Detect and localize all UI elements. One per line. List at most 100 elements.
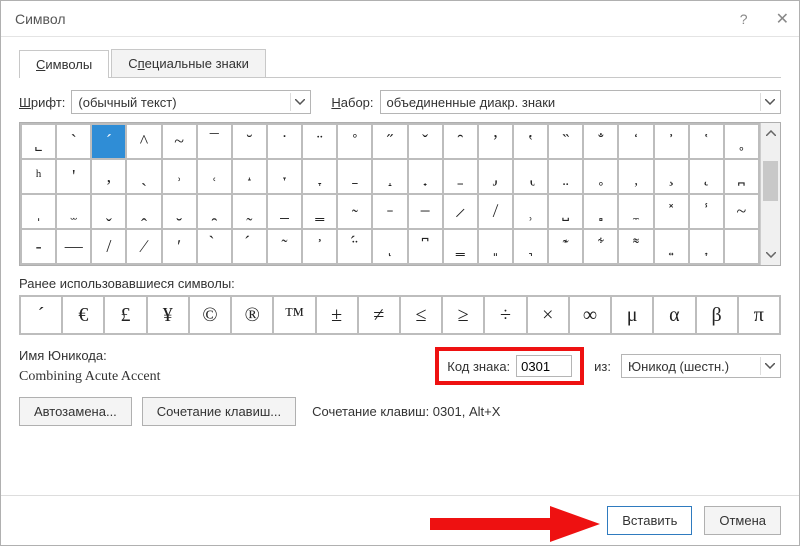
cancel-button[interactable]: Отмена bbox=[704, 506, 781, 535]
symbol-cell[interactable]: ̥ bbox=[583, 159, 618, 194]
symbol-cell[interactable]: ˚ bbox=[337, 124, 372, 159]
symbol-cell[interactable]: ͂ bbox=[267, 229, 302, 264]
symbol-cell[interactable]: ʰ bbox=[21, 159, 56, 194]
symbol-cell[interactable]: ~ bbox=[724, 194, 759, 229]
symbol-cell[interactable]: ̶ bbox=[408, 194, 443, 229]
symbol-cell[interactable]: ͏ bbox=[724, 229, 759, 264]
symbol-cell[interactable]: ̼ bbox=[618, 194, 653, 229]
code-input[interactable] bbox=[516, 355, 572, 377]
symbol-cell[interactable]: ˒ bbox=[162, 159, 197, 194]
symbol-cell[interactable]: ̱ bbox=[337, 159, 372, 194]
scroll-up-icon[interactable] bbox=[761, 123, 780, 143]
recent-cell[interactable]: £ bbox=[104, 296, 146, 334]
symbol-cell[interactable]: ʽ bbox=[513, 124, 548, 159]
symbol-cell[interactable]: ̤ bbox=[548, 159, 583, 194]
recent-cell[interactable]: ± bbox=[316, 296, 358, 334]
symbol-cell[interactable]: ͅ bbox=[372, 229, 407, 264]
symbol-cell[interactable]: ̡ bbox=[478, 159, 513, 194]
symbol-cell[interactable]: ͌ bbox=[618, 229, 653, 264]
recent-cell[interactable]: ≠ bbox=[358, 296, 400, 334]
tab-special[interactable]: Специальные знаки bbox=[111, 49, 266, 77]
symbol-cell[interactable]: ˳ bbox=[724, 124, 759, 159]
symbol-cell[interactable]: ̫ bbox=[56, 194, 91, 229]
symbol-cell[interactable]: ` bbox=[56, 124, 91, 159]
recent-cell[interactable]: π bbox=[738, 296, 780, 334]
symbol-cell[interactable]: ̳ bbox=[302, 194, 337, 229]
symbol-cell[interactable]: ̑ bbox=[443, 124, 478, 159]
symbol-cell[interactable]: , bbox=[91, 159, 126, 194]
symbol-cell[interactable]: ͆ bbox=[408, 229, 443, 264]
from-combo[interactable]: Юникод (шестн.) bbox=[621, 354, 781, 378]
set-combo[interactable]: объединенные диакр. знаки bbox=[380, 90, 781, 114]
symbol-cell[interactable]: ̾ bbox=[689, 194, 724, 229]
symbol-cell[interactable]: ̷ bbox=[443, 194, 478, 229]
symbol-cell[interactable]: ̧ bbox=[654, 159, 689, 194]
symbol-cell[interactable]: ^ bbox=[126, 124, 161, 159]
symbol-cell[interactable]: ̝ bbox=[372, 159, 407, 194]
symbol-cell[interactable]: ˕ bbox=[267, 159, 302, 194]
scroll-thumb[interactable] bbox=[763, 161, 778, 201]
symbol-cell[interactable]: ̮ bbox=[162, 194, 197, 229]
symbol-cell[interactable]: ̐ bbox=[583, 124, 618, 159]
autocorrect-button[interactable]: Автозамена... bbox=[19, 397, 132, 426]
symbol-cell[interactable]: ¨ bbox=[302, 124, 337, 159]
symbol-cell[interactable]: ̸ bbox=[478, 194, 513, 229]
symbol-cell[interactable]: ˔ bbox=[232, 159, 267, 194]
recent-cell[interactable]: ≤ bbox=[400, 296, 442, 334]
symbol-cell[interactable]: ̪ bbox=[724, 159, 759, 194]
symbol-cell[interactable]: — bbox=[56, 229, 91, 264]
symbol-cell[interactable]: ̨ bbox=[689, 159, 724, 194]
recent-cell[interactable]: € bbox=[62, 296, 104, 334]
symbol-cell[interactable]: ˙ bbox=[267, 124, 302, 159]
symbol-cell[interactable]: / bbox=[91, 229, 126, 264]
symbol-cell[interactable]: ̓ bbox=[654, 124, 689, 159]
symbol-cell[interactable]: ´ bbox=[91, 124, 126, 159]
symbol-cell[interactable]: ̽ bbox=[654, 194, 689, 229]
symbol-cell[interactable]: ̒ bbox=[618, 124, 653, 159]
symbol-grid[interactable]: ˾`´^~¯˘˙¨˚˝ˇ̑ʼʽ̏̐̒̓̔˳ʰ',ˎ˒˓˔˕̡̢̧̞̱̝̟̠̤̥̦… bbox=[20, 123, 760, 265]
symbol-cell[interactable]: ˇ bbox=[408, 124, 443, 159]
symbol-cell[interactable]: ̏ bbox=[548, 124, 583, 159]
recent-cell[interactable]: × bbox=[527, 296, 569, 334]
symbol-cell[interactable]: ̻ bbox=[583, 194, 618, 229]
symbol-cell[interactable]: ̬ bbox=[91, 194, 126, 229]
symbol-cell[interactable]: ʹ bbox=[162, 229, 197, 264]
symbol-cell[interactable]: ̴ bbox=[337, 194, 372, 229]
symbol-cell[interactable]: ̲ bbox=[267, 194, 302, 229]
tab-symbols[interactable]: Символы bbox=[19, 50, 109, 78]
symbol-cell[interactable]: ̦ bbox=[618, 159, 653, 194]
symbol-cell[interactable]: ̞ bbox=[302, 159, 337, 194]
recent-cell[interactable]: α bbox=[653, 296, 695, 334]
scrollbar[interactable] bbox=[760, 123, 780, 265]
symbol-cell[interactable]: ˓ bbox=[197, 159, 232, 194]
symbol-cell[interactable]: ̭ bbox=[126, 194, 161, 229]
symbol-cell[interactable]: ͈ bbox=[478, 229, 513, 264]
recent-cell[interactable]: ´ bbox=[20, 296, 62, 334]
recent-cell[interactable]: © bbox=[189, 296, 231, 334]
scroll-down-icon[interactable] bbox=[761, 245, 780, 265]
help-icon[interactable]: ? bbox=[740, 11, 748, 27]
symbol-cell[interactable]: ͊ bbox=[548, 229, 583, 264]
symbol-cell[interactable]: ̹ bbox=[513, 194, 548, 229]
close-icon[interactable]: ✕ bbox=[776, 9, 789, 29]
symbol-cell[interactable]: ͇ bbox=[443, 229, 478, 264]
symbol-cell[interactable]: ̯ bbox=[197, 194, 232, 229]
symbol-cell[interactable]: ̰ bbox=[232, 194, 267, 229]
shortcut-button[interactable]: Сочетание клавиш... bbox=[142, 397, 296, 426]
symbol-cell[interactable]: ͉ bbox=[513, 229, 548, 264]
symbol-cell[interactable]: ˎ bbox=[126, 159, 161, 194]
symbol-cell[interactable]: ' bbox=[56, 159, 91, 194]
scroll-track[interactable] bbox=[761, 143, 780, 245]
symbol-cell[interactable]: ̠ bbox=[443, 159, 478, 194]
symbol-cell[interactable]: ́ bbox=[232, 229, 267, 264]
symbol-cell[interactable]: ʼ bbox=[478, 124, 513, 159]
symbol-cell[interactable]: ̩ bbox=[21, 194, 56, 229]
recent-cell[interactable]: ® bbox=[231, 296, 273, 334]
recent-cell[interactable]: ™ bbox=[273, 296, 315, 334]
symbol-cell[interactable]: ̓ bbox=[302, 229, 337, 264]
symbol-cell[interactable]: ̢ bbox=[513, 159, 548, 194]
recent-cell[interactable]: μ bbox=[611, 296, 653, 334]
symbol-cell[interactable]: ̈́ bbox=[337, 229, 372, 264]
recent-grid[interactable]: ´€£¥©®™±≠≤≥÷×∞μαβπ bbox=[19, 295, 781, 335]
symbol-cell[interactable]: ͎ bbox=[689, 229, 724, 264]
